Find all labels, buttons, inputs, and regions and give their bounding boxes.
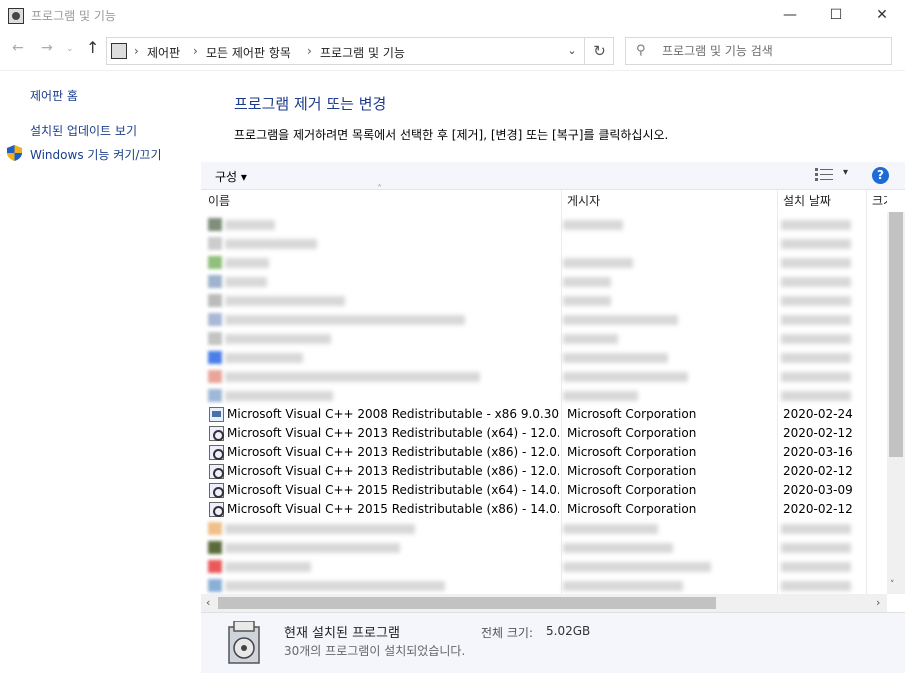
list-item-vcpp-2008-x86[interactable]: Microsoft Visual C++ 2008 Redistributabl… bbox=[201, 405, 887, 424]
program-installed-on: 2020-03-16 bbox=[783, 445, 853, 459]
breadcrumb-programs-features[interactable]: 프로그램 및 기능 bbox=[320, 44, 405, 61]
vertical-scrollbar[interactable]: ˅ bbox=[887, 212, 905, 594]
page-description: 프로그램을 제거하려면 목록에서 선택한 후 [제거], [변경] 또는 [복구… bbox=[234, 128, 669, 142]
list-item[interactable] bbox=[201, 272, 887, 291]
program-publisher: Microsoft Corporation bbox=[567, 445, 697, 459]
search-box[interactable]: ⚲ bbox=[625, 37, 892, 65]
shield-icon bbox=[7, 145, 22, 161]
back-button[interactable]: ← bbox=[12, 40, 24, 56]
program-name: Microsoft Visual C++ 2013 Redistributabl… bbox=[227, 445, 559, 459]
breadcrumb-separator[interactable]: › bbox=[193, 44, 198, 58]
page-title: 프로그램 제거 또는 변경 bbox=[234, 95, 387, 113]
total-size-value: 5.02GB bbox=[546, 624, 591, 638]
program-name: Microsoft Visual C++ 2008 Redistributabl… bbox=[227, 407, 559, 421]
program-name: Microsoft Visual C++ 2013 Redistributabl… bbox=[227, 464, 559, 478]
command-toolbar: 구성 ▾ ▾ ? bbox=[201, 162, 905, 190]
view-details-icon[interactable] bbox=[815, 168, 833, 182]
program-list: ˄ 이름 게시자 설치 날짜 크기 bbox=[201, 184, 905, 616]
program-name: Microsoft Visual C++ 2015 Redistributabl… bbox=[227, 502, 559, 516]
list-item[interactable] bbox=[201, 348, 887, 367]
view-installed-updates-link[interactable]: 설치된 업데이트 보기 bbox=[30, 122, 137, 139]
title-bar: 프로그램 및 기능 — ☐ ✕ bbox=[0, 0, 905, 31]
close-button[interactable]: ✕ bbox=[859, 0, 905, 31]
search-input[interactable] bbox=[662, 42, 887, 60]
up-button[interactable]: ↑ bbox=[86, 38, 99, 57]
breadcrumb-separator[interactable]: › bbox=[134, 44, 139, 58]
breadcrumb-separator[interactable]: › bbox=[307, 44, 312, 58]
forward-button[interactable]: → bbox=[41, 40, 53, 56]
recent-locations-button[interactable]: ⌄ bbox=[66, 44, 74, 54]
list-item[interactable] bbox=[201, 538, 887, 557]
list-item-vcpp-2013-x64[interactable]: Microsoft Visual C++ 2013 Redistributabl… bbox=[201, 424, 887, 443]
navigation-bar: ← → ⌄ ↑ › 제어판 › 모든 제어판 항목 › 프로그램 및 기능 ⌄ … bbox=[0, 31, 905, 71]
breadcrumb-control-panel[interactable]: 제어판 bbox=[147, 44, 180, 61]
list-item[interactable] bbox=[201, 386, 887, 405]
list-item[interactable] bbox=[201, 253, 887, 272]
scroll-right-arrow[interactable]: › bbox=[876, 596, 880, 609]
horizontal-scrollbar[interactable]: ‹ › bbox=[201, 594, 887, 612]
vertical-scroll-thumb[interactable] bbox=[889, 212, 903, 457]
program-installed-on: 2020-02-12 bbox=[783, 426, 853, 440]
list-item[interactable] bbox=[201, 310, 887, 329]
installer-gear-icon bbox=[209, 426, 224, 441]
program-name: Microsoft Visual C++ 2013 Redistributabl… bbox=[227, 426, 559, 440]
control-panel-home-link[interactable]: 제어판 홈 bbox=[30, 87, 78, 104]
list-item-vcpp-2013-x86-30[interactable]: Microsoft Visual C++ 2013 Redistributabl… bbox=[201, 462, 887, 481]
installed-count: 30개의 프로그램이 설치되었습니다. bbox=[284, 644, 466, 658]
program-installed-on: 2020-02-12 bbox=[783, 464, 853, 478]
column-header-publisher[interactable]: 게시자 bbox=[567, 190, 767, 212]
column-header-size[interactable]: 크기 bbox=[872, 190, 887, 212]
maximize-button[interactable]: ☐ bbox=[813, 0, 859, 31]
program-name: Microsoft Visual C++ 2015 Redistributabl… bbox=[227, 483, 559, 497]
program-publisher: Microsoft Corporation bbox=[567, 502, 697, 516]
search-icon: ⚲ bbox=[636, 43, 646, 58]
control-panel-icon bbox=[111, 43, 127, 59]
organize-button[interactable]: 구성 ▾ bbox=[215, 168, 247, 185]
column-header-installed-on[interactable]: 설치 날짜 bbox=[783, 190, 863, 212]
list-item-vcpp-2013-x86-21[interactable]: Microsoft Visual C++ 2013 Redistributabl… bbox=[201, 443, 887, 462]
list-item[interactable] bbox=[201, 367, 887, 386]
list-item-vcpp-2015-x64[interactable]: Microsoft Visual C++ 2015 Redistributabl… bbox=[201, 481, 887, 500]
total-size-label: 전체 크기: bbox=[481, 626, 534, 640]
installer-gear-icon bbox=[209, 483, 224, 498]
address-bar[interactable]: › 제어판 › 모든 제어판 항목 › 프로그램 및 기능 ⌄ ↻ bbox=[106, 37, 614, 65]
installer-box-icon bbox=[209, 407, 224, 422]
scroll-down-arrow[interactable]: ˅ bbox=[890, 580, 895, 590]
programs-features-icon bbox=[8, 8, 24, 24]
column-header-name[interactable]: 이름 bbox=[208, 190, 558, 212]
breadcrumb-all-items[interactable]: 모든 제어판 항목 bbox=[206, 44, 291, 61]
scroll-left-arrow[interactable]: ‹ bbox=[206, 596, 210, 609]
help-icon[interactable]: ? bbox=[872, 167, 889, 184]
list-item[interactable] bbox=[201, 576, 887, 595]
program-installed-on: 2020-02-12 bbox=[783, 502, 853, 516]
view-options-dropdown[interactable]: ▾ bbox=[843, 167, 848, 178]
installer-gear-icon bbox=[209, 445, 224, 460]
installed-programs-title: 현재 설치된 프로그램 bbox=[284, 626, 400, 641]
address-dropdown-button[interactable]: ⌄ bbox=[560, 38, 584, 64]
list-item-vcpp-2015-x86[interactable]: Microsoft Visual C++ 2015 Redistributabl… bbox=[201, 500, 887, 519]
list-item[interactable] bbox=[201, 329, 887, 348]
window-title: 프로그램 및 기능 bbox=[31, 9, 116, 23]
program-publisher: Microsoft Corporation bbox=[567, 464, 697, 478]
list-item[interactable] bbox=[201, 557, 887, 576]
program-publisher: Microsoft Corporation bbox=[567, 483, 697, 497]
main-content: 프로그램 제거 또는 변경 프로그램을 제거하려면 목록에서 선택한 후 [제거… bbox=[201, 72, 905, 673]
refresh-button[interactable]: ↻ bbox=[584, 38, 614, 64]
program-installed-on: 2020-02-24 bbox=[783, 407, 853, 421]
windows-features-link[interactable]: Windows 기능 켜기/끄기 bbox=[30, 146, 161, 163]
minimize-button[interactable]: — bbox=[767, 0, 813, 31]
list-item[interactable] bbox=[201, 215, 887, 234]
program-publisher: Microsoft Corporation bbox=[567, 426, 697, 440]
installer-gear-icon bbox=[209, 502, 224, 517]
program-publisher: Microsoft Corporation bbox=[567, 407, 697, 421]
list-item[interactable] bbox=[201, 291, 887, 310]
list-item[interactable] bbox=[201, 234, 887, 253]
installer-gear-icon bbox=[209, 464, 224, 479]
horizontal-scroll-thumb[interactable] bbox=[218, 597, 716, 609]
list-item[interactable] bbox=[201, 519, 887, 538]
programs-installer-icon bbox=[228, 621, 260, 664]
sidebar: 제어판 홈 설치된 업데이트 보기 Windows 기능 켜기/끄기 bbox=[0, 72, 201, 673]
program-installed-on: 2020-03-09 bbox=[783, 483, 853, 497]
details-pane: 현재 설치된 프로그램 전체 크기: 5.02GB 30개의 프로그램이 설치되… bbox=[201, 612, 905, 673]
